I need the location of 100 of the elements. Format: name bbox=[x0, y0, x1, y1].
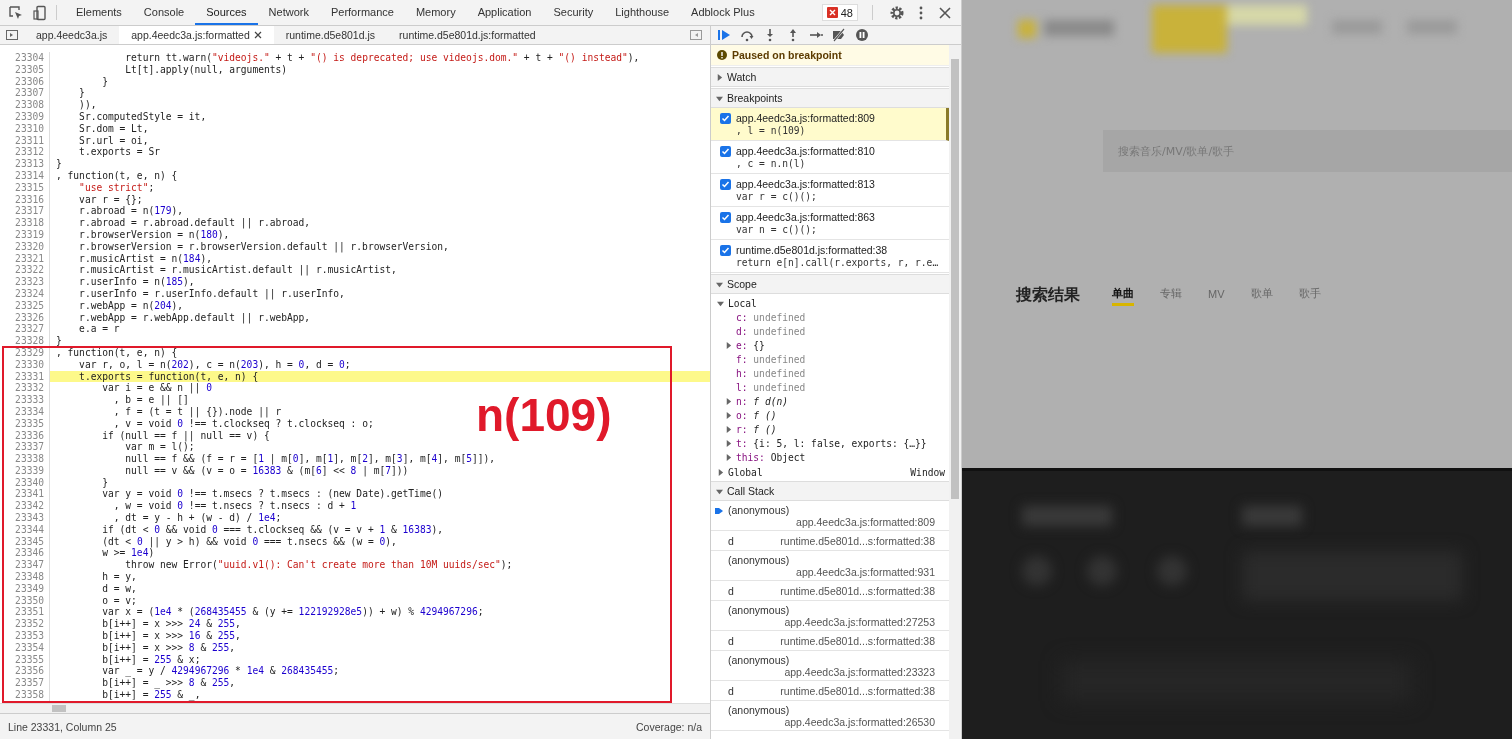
expand-triangle-icon[interactable] bbox=[717, 468, 724, 476]
call-frame[interactable]: (anonymous) app.4eedc3a.js:formatted:809 bbox=[711, 501, 949, 531]
code-text: b[i++] = x >>> 16 & 255, bbox=[101, 630, 242, 642]
call-frame[interactable]: d runtime.d5e801d...s:formatted:38 bbox=[711, 631, 949, 651]
expand-triangle-icon[interactable] bbox=[716, 280, 723, 288]
function-name: (anonymous) bbox=[728, 553, 791, 566]
scope-variable[interactable]: t: {i: 5, l: false, exports: {…}} bbox=[736, 437, 927, 449]
resume-icon[interactable] bbox=[717, 28, 731, 42]
scope-variable[interactable]: r: f () bbox=[736, 423, 777, 435]
breakpoint-location: app.4eedc3a.js:formatted:810 bbox=[736, 145, 875, 157]
scrollbar-thumb[interactable] bbox=[52, 705, 66, 712]
code-text: r.webApp = r.webApp.default || r.webApp, bbox=[78, 311, 312, 324]
results-title: 搜索结果 bbox=[1016, 284, 1080, 305]
breakpoint-item[interactable]: app.4eedc3a.js:formatted:809 , l = n(109) bbox=[711, 108, 949, 141]
expand-triangle-icon[interactable] bbox=[725, 439, 732, 447]
code-text: throw new Error("uuid.v1(): Can't create more than 10M uuids/sec"); bbox=[124, 559, 514, 572]
scope-variable[interactable]: d: undefined bbox=[736, 325, 806, 337]
frame-location: app.4eedc3a.js:formatted:931 bbox=[796, 565, 935, 578]
file-tab[interactable]: app.4eedc3a.js:formatted bbox=[119, 26, 274, 44]
scope-variable[interactable]: o: f () bbox=[736, 409, 777, 421]
code-text: var y = void 0 !== t.msecs ? t.msecs : (new Date).getTime() bbox=[101, 488, 444, 501]
frame-location: app.4eedc3a.js:formatted:23323 bbox=[784, 665, 935, 678]
checkbox[interactable] bbox=[720, 113, 731, 124]
scope-variable[interactable]: c: undefined bbox=[736, 311, 806, 323]
panel-tab[interactable]: Network bbox=[257, 0, 320, 25]
error-badge[interactable]: 48 bbox=[821, 4, 858, 21]
code-text: r.musicArtist = n(184), bbox=[78, 252, 213, 265]
step-over-icon[interactable] bbox=[740, 28, 754, 42]
settings-icon[interactable] bbox=[889, 4, 905, 21]
expand-triangle-icon[interactable] bbox=[716, 487, 723, 495]
expand-triangle-icon[interactable] bbox=[725, 453, 732, 461]
checkbox[interactable] bbox=[720, 146, 731, 157]
code-text: r.abroad = r.abroad.default || r.abroad, bbox=[78, 217, 312, 229]
call-frame[interactable]: d runtime.d5e801d...s:formatted:38 bbox=[711, 581, 949, 601]
code-text: } bbox=[101, 75, 109, 88]
code-text: b[i++] = _ >>> 8 & 255, bbox=[101, 677, 237, 690]
checkbox[interactable] bbox=[720, 212, 731, 223]
panel-tab[interactable]: Security bbox=[542, 0, 605, 25]
panel-tab[interactable]: Adblock Plus bbox=[680, 0, 766, 25]
checkbox[interactable] bbox=[720, 245, 731, 256]
breakpoint-item[interactable]: app.4eedc3a.js:formatted:813 var r = c()(); bbox=[711, 174, 949, 207]
code-text: null == v && (v = o = 16383 & (m[6] << 8 | m[7])) bbox=[124, 464, 410, 477]
close-icon[interactable] bbox=[937, 4, 953, 21]
section-header[interactable]: Call Stack bbox=[711, 481, 949, 501]
pause-icon[interactable] bbox=[855, 28, 869, 42]
section-header[interactable]: Scope bbox=[711, 274, 949, 294]
breakpoint-item[interactable]: app.4eedc3a.js:formatted:863 var n = c()(); bbox=[711, 207, 949, 240]
code-text: } bbox=[78, 87, 86, 100]
device-icon[interactable] bbox=[32, 4, 48, 21]
checkbox[interactable] bbox=[720, 179, 731, 190]
file-tab[interactable]: runtime.d5e801d.js:formatted bbox=[387, 26, 548, 44]
panel-tab[interactable]: Lighthouse bbox=[604, 0, 681, 25]
frame-location: runtime.d5e801d...s:formatted:38 bbox=[780, 584, 935, 597]
close-icon[interactable] bbox=[253, 31, 262, 39]
call-frame[interactable]: d runtime.d5e801d...s:formatted:38 bbox=[711, 531, 949, 551]
breakpoint-item[interactable]: runtime.d5e801d.js:formatted:38 return e[n].call(r.exports, r, r.e… bbox=[711, 240, 949, 273]
section-header[interactable]: Watch bbox=[711, 67, 949, 87]
code-text: b[i++] = x >>> 8 & 255, bbox=[101, 641, 237, 654]
file-tab[interactable]: app.4eedc3a.js bbox=[24, 26, 120, 44]
file-tab[interactable]: runtime.d5e801d.js bbox=[273, 26, 388, 44]
panel-tab[interactable]: Application bbox=[466, 0, 543, 25]
scope-variable[interactable]: this: Object bbox=[736, 451, 806, 463]
section-header[interactable]: Breakpoints bbox=[711, 88, 949, 108]
scrollbar-thumb[interactable] bbox=[951, 59, 959, 499]
code-text: var x = (1e4 * (268435455 & (y += 122192928e5)) + w) % 4294967296; bbox=[101, 606, 485, 619]
scope-variable[interactable]: f: undefined bbox=[736, 353, 806, 365]
deactivate-breakpoints-icon[interactable] bbox=[832, 28, 846, 42]
frame-location: runtime.d5e801d...s:formatted:38 bbox=[780, 534, 935, 547]
code-text: } bbox=[55, 335, 63, 347]
code-text: (dt < 0 || y > h) && void 0 === t.nsecs && (w = 0), bbox=[101, 535, 398, 548]
expand-triangle-icon[interactable] bbox=[716, 73, 723, 81]
scope-variable[interactable]: n: f d(n) bbox=[736, 395, 788, 407]
expand-triangle-icon[interactable] bbox=[725, 397, 732, 405]
code-text: "use strict"; bbox=[78, 181, 156, 194]
expand-triangle-icon[interactable] bbox=[725, 425, 732, 433]
info-icon bbox=[717, 50, 727, 60]
sidebar-toggle-icon[interactable] bbox=[690, 29, 702, 41]
expand-triangle-icon[interactable] bbox=[716, 94, 723, 102]
breakpoint-item[interactable]: app.4eedc3a.js:formatted:810 , c = n.n(l) bbox=[711, 141, 949, 174]
panel-tab[interactable]: Performance bbox=[319, 0, 405, 25]
result-tab[interactable]: 单曲 bbox=[1112, 284, 1134, 306]
panel-tab[interactable]: Elements bbox=[65, 0, 133, 25]
inspect-icon[interactable] bbox=[8, 4, 24, 21]
expand-triangle-icon[interactable] bbox=[725, 341, 732, 349]
panel-tab[interactable]: Memory bbox=[404, 0, 467, 25]
expand-triangle-icon[interactable] bbox=[725, 411, 732, 419]
section-title: Watch bbox=[727, 71, 757, 83]
scope-variable[interactable]: h: undefined bbox=[736, 367, 806, 379]
scope-variable[interactable]: e: {} bbox=[736, 339, 765, 351]
navigator-toggle-icon[interactable] bbox=[6, 29, 18, 41]
section-title: Scope bbox=[727, 278, 757, 290]
call-frame[interactable]: d runtime.d5e801d...s:formatted:38 bbox=[711, 681, 949, 701]
scope-variable[interactable]: l: undefined bbox=[736, 381, 806, 393]
expand-triangle-icon[interactable] bbox=[717, 299, 724, 307]
coverage-text: Coverage: n/a bbox=[636, 720, 702, 733]
breakpoint-location: app.4eedc3a.js:formatted:809 bbox=[736, 112, 875, 124]
frame-location: app.4eedc3a.js:formatted:809 bbox=[796, 515, 935, 528]
code-text: } bbox=[101, 476, 109, 489]
panel-tab[interactable]: Console bbox=[132, 0, 196, 25]
code-text: , w = void 0 !== t.nsecs ? t.nsecs : d + 1 bbox=[112, 500, 358, 513]
